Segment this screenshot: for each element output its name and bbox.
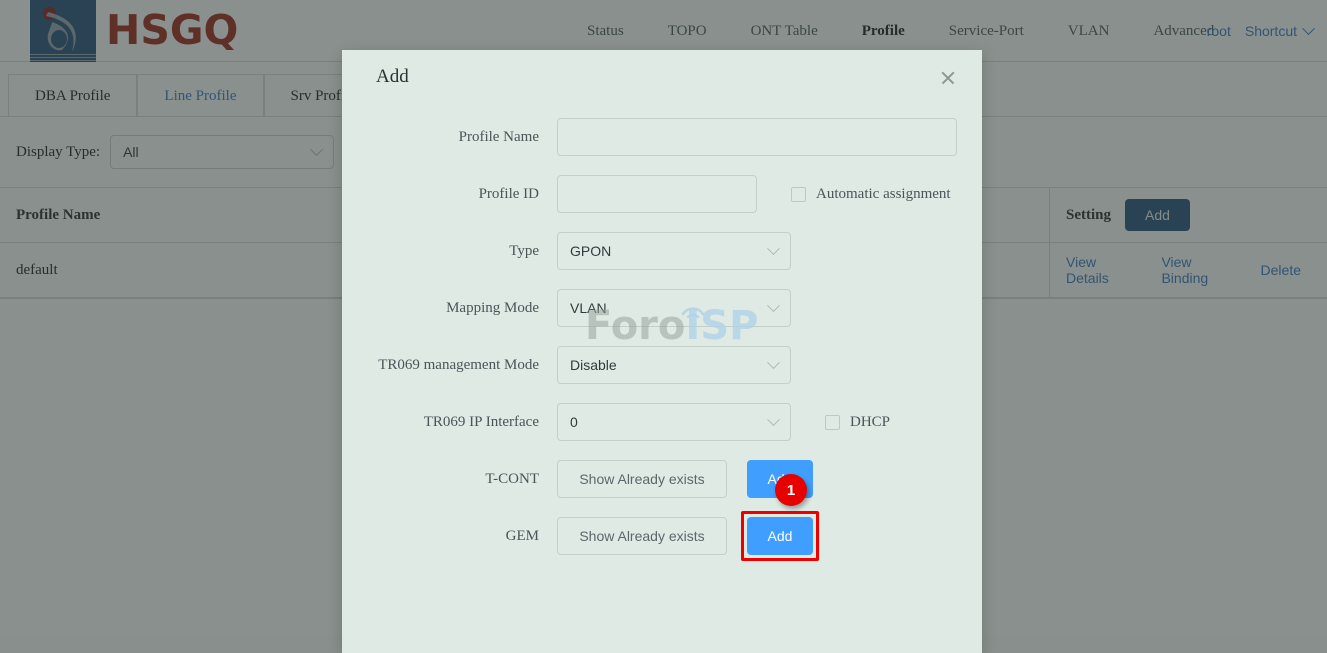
tcont-show-existing-button[interactable]: Show Already exists — [557, 460, 727, 498]
label-tr069-management-mode: TR069 management Mode — [378, 356, 539, 373]
automatic-assignment-label: Automatic assignment — [816, 185, 951, 202]
checkbox-box-icon — [791, 186, 806, 202]
tr069-ip-interface-value: 0 — [570, 414, 578, 430]
chevron-down-icon — [767, 298, 780, 312]
profile-id-input[interactable] — [557, 175, 757, 213]
checkbox-box-icon — [825, 414, 840, 430]
tr069-management-mode-value: Disable — [570, 357, 617, 373]
field-row-type: Type GPON — [342, 232, 982, 270]
dialog-header: Add — [342, 50, 982, 104]
mapping-mode-value: VLAN — [570, 300, 607, 316]
label-tcont: T-CONT — [485, 470, 539, 487]
field-row-tr069-management-mode: TR069 management Mode Disable — [342, 346, 982, 384]
field-row-profile-name: Profile Name — [342, 118, 982, 156]
mapping-mode-select[interactable]: VLAN — [557, 289, 791, 327]
chevron-down-icon — [767, 412, 780, 426]
gem-show-existing-button[interactable]: Show Already exists — [557, 517, 727, 555]
label-gem: GEM — [505, 527, 539, 544]
field-row-profile-id: Profile ID Automatic assignment — [342, 175, 982, 213]
close-icon[interactable] — [938, 68, 958, 88]
chevron-down-icon — [767, 355, 780, 369]
field-row-tcont: T-CONT Show Already exists Add — [342, 460, 982, 498]
tr069-ip-interface-select[interactable]: 0 — [557, 403, 791, 441]
field-row-gem: GEM Show Already exists Add 1 — [342, 474, 982, 561]
step-badge: 1 — [775, 474, 807, 506]
tr069-management-mode-select[interactable]: Disable — [557, 346, 791, 384]
chevron-down-icon — [767, 241, 780, 255]
add-line-profile-dialog: Add Profile Name Profile ID Automatic as… — [342, 50, 982, 653]
label-tr069-ip-interface: TR069 IP Interface — [423, 413, 539, 430]
field-row-tr069-ip-interface: TR069 IP Interface 0 DHCP — [342, 403, 982, 441]
label-mapping-mode: Mapping Mode — [446, 299, 539, 316]
automatic-assignment-checkbox[interactable]: Automatic assignment — [791, 186, 951, 203]
dhcp-checkbox[interactable]: DHCP — [825, 414, 890, 431]
type-value: GPON — [570, 243, 612, 259]
dialog-title: Add — [376, 66, 409, 87]
profile-name-input[interactable] — [557, 118, 957, 156]
label-type: Type — [509, 242, 539, 259]
field-row-mapping-mode: Mapping Mode VLAN — [342, 289, 982, 327]
dhcp-label: DHCP — [850, 413, 891, 430]
type-select[interactable]: GPON — [557, 232, 791, 270]
gem-add-highlight-wrapper: Add 1 — [741, 474, 819, 561]
label-profile-name: Profile Name — [458, 128, 539, 145]
label-profile-id: Profile ID — [478, 185, 539, 202]
dialog-body: Profile Name Profile ID Automatic assign… — [342, 104, 982, 561]
gem-add-button[interactable]: Add — [747, 517, 813, 555]
